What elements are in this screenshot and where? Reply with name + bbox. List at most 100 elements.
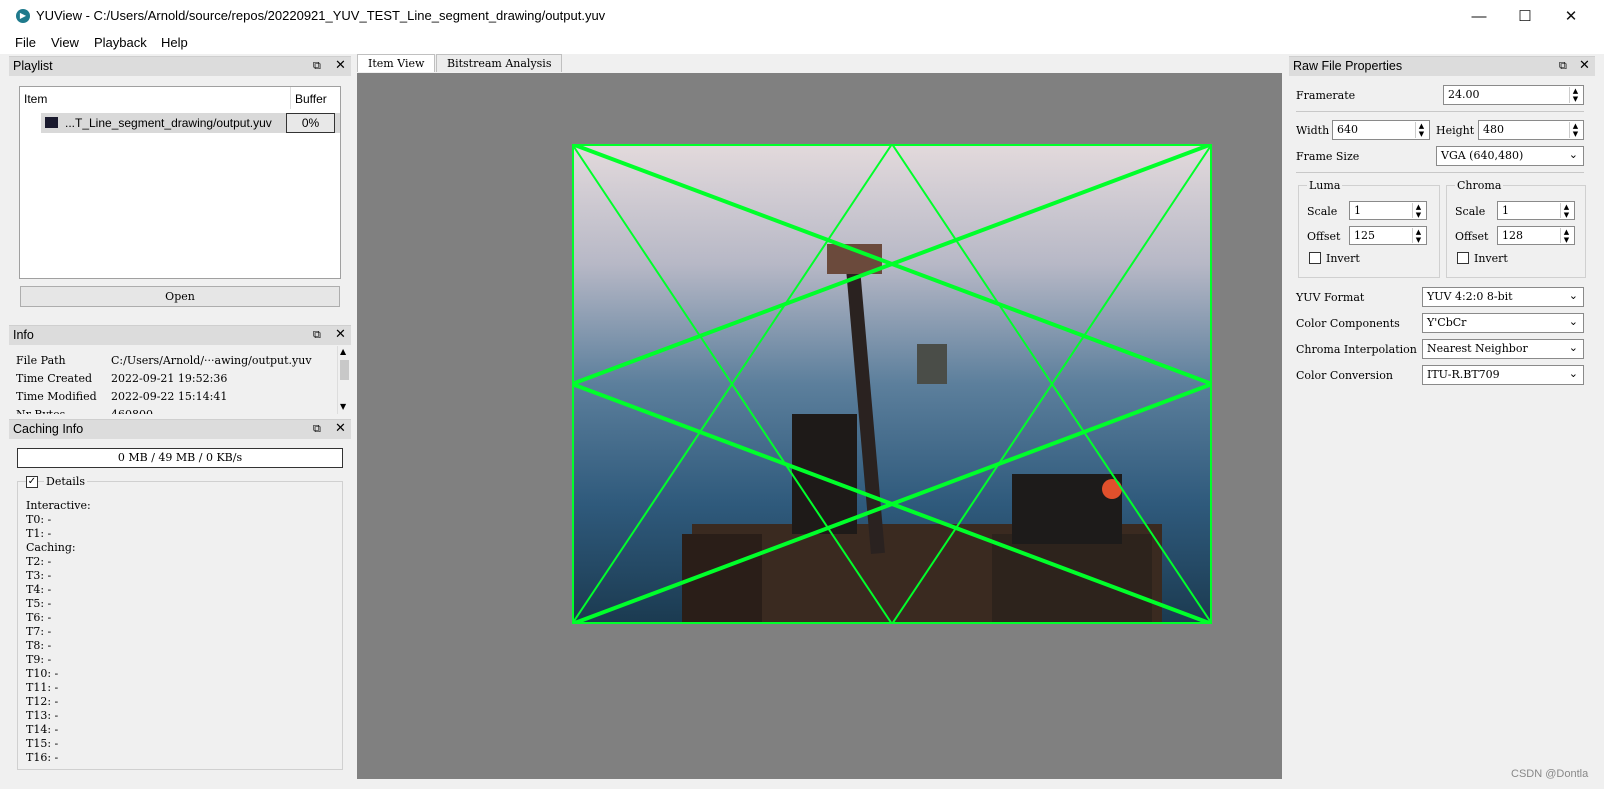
color-conversion-value: ITU-R.BT709	[1427, 368, 1500, 381]
spin-arrows-icon[interactable]: ▲ ▼	[1412, 203, 1424, 219]
info-value: 460800	[111, 408, 153, 414]
menu-view[interactable]: View	[51, 35, 79, 50]
chroma-invert-checkbox[interactable]	[1457, 252, 1469, 264]
chevron-down-icon: ⌄	[1568, 341, 1578, 354]
scroll-thumb[interactable]	[340, 360, 349, 380]
caching-line: T10: -	[26, 667, 59, 680]
menu-playback[interactable]: Playback	[94, 35, 147, 50]
float-icon[interactable]: ⧉	[1559, 59, 1567, 73]
chroma-scale-spinbox[interactable]: 1 ▲ ▼	[1497, 201, 1575, 220]
height-spinbox[interactable]: 480 ▲ ▼	[1478, 120, 1584, 140]
color-components-label: Color Components	[1296, 317, 1400, 330]
spin-arrows-icon[interactable]: ▲ ▼	[1569, 87, 1581, 103]
luma-scale-label: Scale	[1307, 205, 1338, 218]
info-row: Time Modified	[16, 390, 97, 403]
chroma-interp-select[interactable]: Nearest Neighbor ⌄	[1422, 339, 1584, 359]
open-button-label: Open	[165, 290, 195, 303]
menu-file[interactable]: File	[15, 35, 36, 50]
color-components-select[interactable]: Y'CbCr ⌄	[1422, 313, 1584, 333]
yuv-format-select[interactable]: YUV 4:2:0 8-bit ⌄	[1422, 287, 1584, 307]
details-label: Details	[44, 475, 87, 488]
info-row: File Path	[16, 354, 66, 367]
spin-arrows-icon[interactable]: ▲ ▼	[1560, 203, 1572, 219]
minimize-button[interactable]: —	[1456, 0, 1502, 32]
buffer-progress: 0%	[286, 113, 335, 133]
frame-size-value: VGA (640,480)	[1441, 149, 1524, 162]
caching-summary: 0 MB / 49 MB / 0 KB/s	[17, 448, 343, 468]
close-button[interactable]: ✕	[1548, 0, 1594, 32]
column-header-item[interactable]: Item	[24, 92, 47, 106]
close-icon[interactable]: ✕	[335, 58, 346, 73]
width-spinbox[interactable]: 640 ▲ ▼	[1332, 120, 1430, 140]
chroma-offset-spinbox[interactable]: 128 ▲ ▼	[1497, 226, 1575, 245]
watermark: CSDN @Dontla	[1511, 768, 1589, 780]
frame-size-select[interactable]: VGA (640,480) ⌄	[1436, 146, 1584, 166]
scroll-down-icon[interactable]: ▼	[340, 402, 346, 411]
yuv-format-value: YUV 4:2:0 8-bit	[1427, 290, 1513, 303]
luma-offset-spinbox[interactable]: 125 ▲ ▼	[1349, 226, 1427, 245]
chroma-title: Chroma	[1455, 179, 1504, 192]
width-label: Width	[1296, 124, 1330, 137]
divider	[1296, 111, 1584, 112]
caching-line: T3: -	[26, 569, 52, 582]
luma-scale-spinbox[interactable]: 1 ▲ ▼	[1349, 201, 1427, 220]
video-file-icon	[45, 117, 58, 128]
playlist-tree[interactable]: Item Buffer ...T_Line_segment_drawing/ou…	[19, 86, 341, 279]
info-row: Time Created	[16, 372, 92, 385]
luma-invert-checkbox[interactable]	[1309, 252, 1321, 264]
luma-group: Luma Scale 1 ▲ ▼ Offset 125 ▲ ▼ Invert	[1298, 179, 1440, 278]
caching-line: T12: -	[26, 695, 59, 708]
close-icon[interactable]: ✕	[1579, 58, 1590, 73]
playlist-item-name: ...T_Line_segment_drawing/output.yuv	[65, 116, 272, 130]
info-header: Info ⧉ ✕	[9, 325, 351, 345]
float-icon[interactable]: ⧉	[313, 328, 321, 342]
spin-arrows-icon[interactable]: ▲ ▼	[1569, 122, 1581, 138]
chroma-offset-label: Offset	[1455, 230, 1489, 243]
column-header-buffer[interactable]: Buffer	[295, 92, 327, 106]
width-value: 640	[1337, 123, 1358, 136]
tab-bitstream-analysis[interactable]: Bitstream Analysis	[436, 54, 563, 72]
raw-props-title: Raw File Properties	[1293, 59, 1403, 73]
caching-line: T4: -	[26, 583, 52, 596]
caching-line: T0: -	[26, 513, 52, 526]
spin-arrows-icon[interactable]: ▲ ▼	[1412, 228, 1424, 244]
scroll-up-icon[interactable]: ▲	[340, 347, 346, 356]
float-icon[interactable]: ⧉	[313, 59, 321, 73]
luma-offset-label: Offset	[1307, 230, 1341, 243]
open-button[interactable]: Open	[20, 286, 340, 307]
chevron-down-icon: ⌄	[1568, 148, 1578, 161]
info-panel: File Path C:/Users/Arnold/···awing/outpu…	[9, 346, 351, 414]
info-key: Time Modified	[16, 390, 97, 403]
chevron-down-icon: ⌄	[1568, 289, 1578, 302]
playlist-item[interactable]: ...T_Line_segment_drawing/output.yuv 0%	[41, 113, 340, 133]
caching-line: T13: -	[26, 709, 59, 722]
details-group: ✓ Details Interactive: T0: - T1: - Caching:…	[17, 475, 343, 770]
details-checkbox[interactable]: ✓	[26, 476, 38, 488]
info-value: C:/Users/Arnold/···awing/output.yuv	[111, 354, 312, 367]
caching-line: T15: -	[26, 737, 59, 750]
info-scrollbar[interactable]: ▲ ▼	[337, 346, 350, 414]
item-view[interactable]	[357, 73, 1282, 779]
color-conversion-select[interactable]: ITU-R.BT709 ⌄	[1422, 365, 1584, 385]
framerate-spinbox[interactable]: 24.00 ▲ ▼	[1443, 85, 1584, 105]
caching-line: T16: -	[26, 751, 59, 764]
caching-line: T11: -	[26, 681, 59, 694]
maximize-button[interactable]: ☐	[1502, 0, 1548, 32]
height-value: 480	[1483, 123, 1504, 136]
caching-line: T6: -	[26, 611, 52, 624]
close-icon[interactable]: ✕	[335, 327, 346, 342]
caching-line: T14: -	[26, 723, 59, 736]
info-row: Nr Bytes	[16, 408, 65, 414]
close-icon[interactable]: ✕	[335, 421, 346, 436]
luma-invert-label: Invert	[1326, 252, 1360, 265]
column-divider	[290, 87, 291, 109]
menu-bar: File View Playback Help	[0, 32, 1604, 54]
caching-line: T5: -	[26, 597, 52, 610]
chroma-group: Chroma Scale 1 ▲ ▼ Offset 128 ▲ ▼ Invert	[1446, 179, 1586, 278]
tab-item-view[interactable]: Item View	[357, 54, 436, 72]
float-icon[interactable]: ⧉	[313, 422, 321, 436]
menu-help[interactable]: Help	[161, 35, 188, 50]
spin-arrows-icon[interactable]: ▲ ▼	[1415, 122, 1427, 138]
chevron-down-icon: ⌄	[1568, 367, 1578, 380]
spin-arrows-icon[interactable]: ▲ ▼	[1560, 228, 1572, 244]
